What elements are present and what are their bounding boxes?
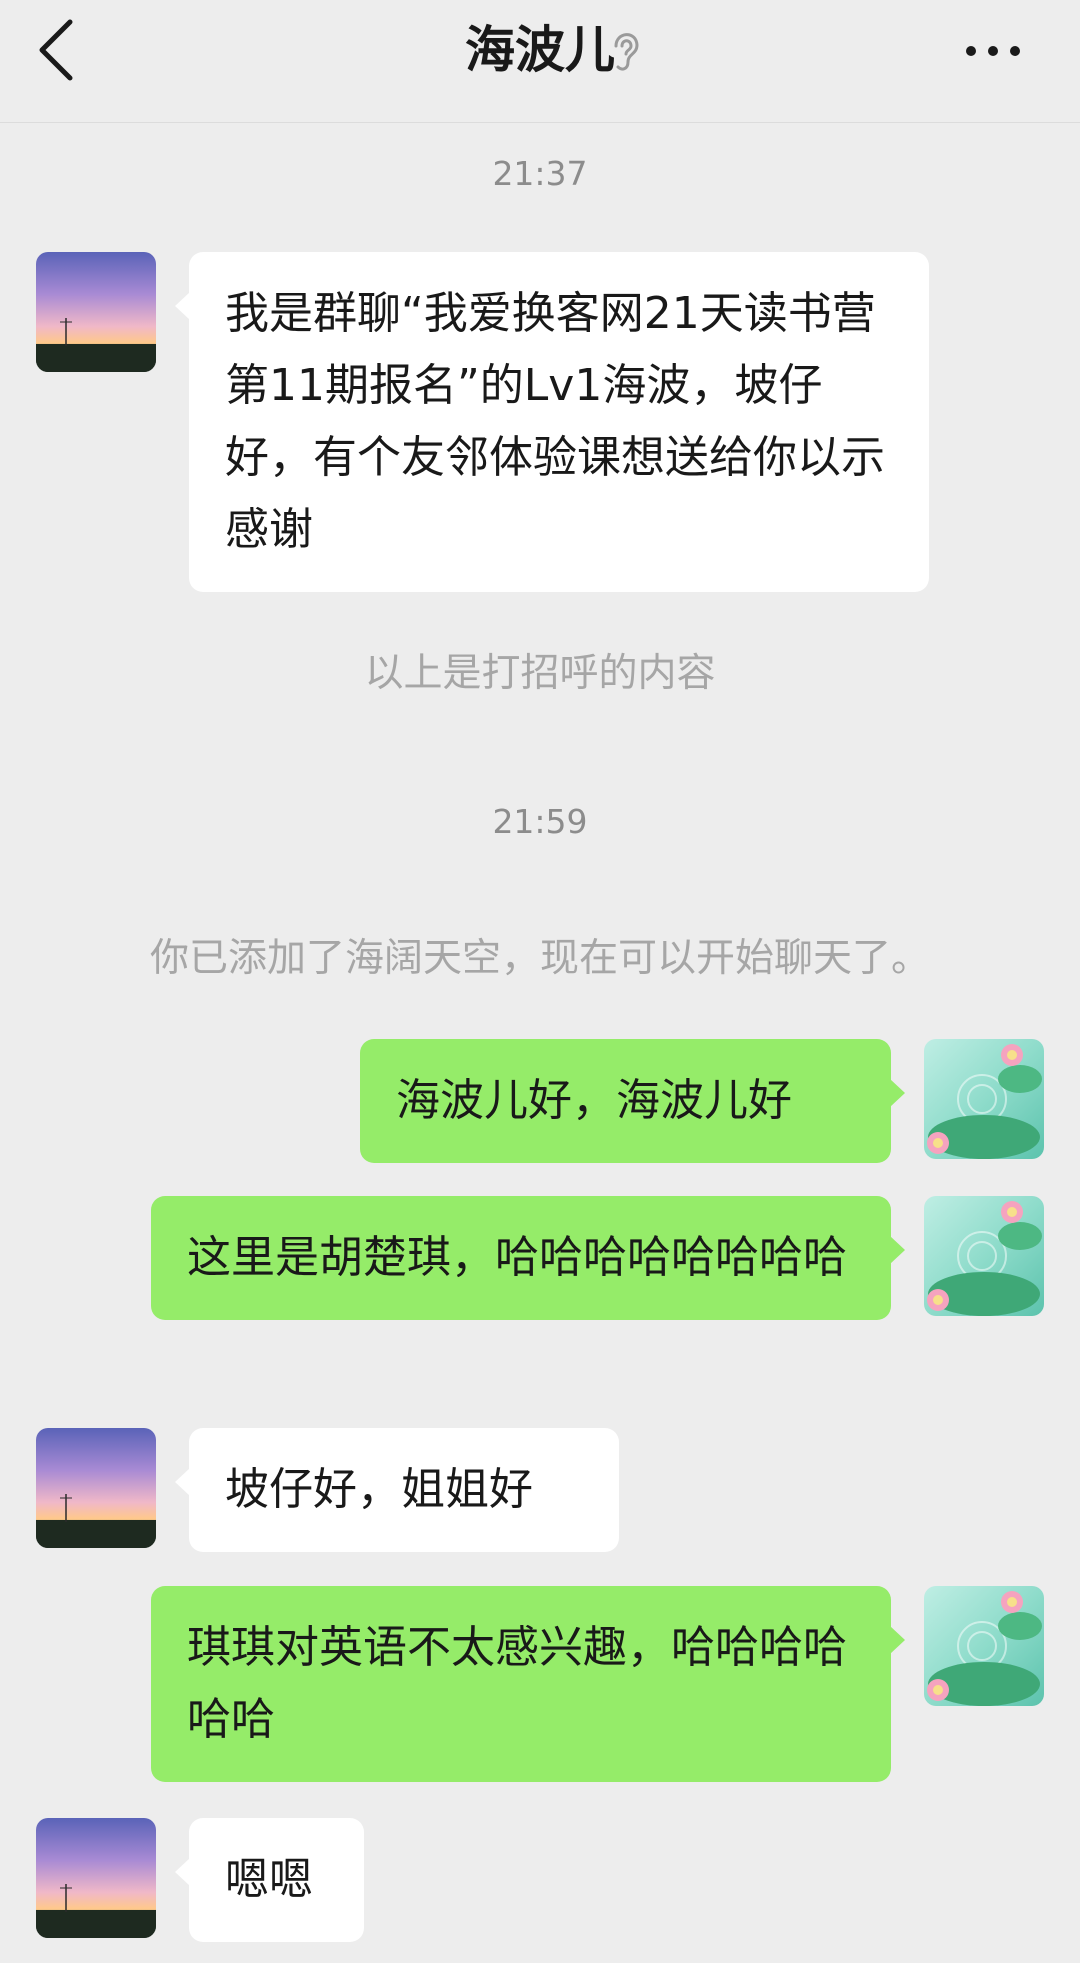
message-timestamp: 21:37 [492, 154, 588, 193]
more-options-button[interactable] [958, 30, 1028, 72]
contact-avatar[interactable] [36, 1428, 156, 1548]
outgoing-message-bubble[interactable]: 琪琪对英语不太感兴趣，哈哈哈哈哈哈 [151, 1586, 905, 1782]
chat-title: 海波儿 [465, 21, 615, 79]
ear-icon [606, 24, 646, 76]
my-avatar[interactable] [924, 1196, 1044, 1316]
chat-header: 海波儿 [0, 0, 1080, 123]
my-avatar[interactable] [924, 1586, 1044, 1706]
incoming-message-bubble[interactable]: 嗯嗯 [175, 1818, 364, 1942]
incoming-message-bubble[interactable]: 坡仔好，姐姐好 [175, 1428, 619, 1552]
contact-avatar[interactable] [36, 1818, 156, 1938]
contact-avatar[interactable] [36, 252, 156, 372]
message-timestamp: 21:59 [492, 802, 588, 841]
incoming-message-bubble[interactable]: 我是群聊“我爱换客网21天读书营 第11期报名”的Lv1海波，坡仔好，有个友邻体… [175, 252, 929, 592]
system-note: 以上是打招呼的内容 [364, 651, 716, 696]
outgoing-message-bubble[interactable]: 海波儿好，海波儿好 [360, 1039, 905, 1163]
outgoing-message-bubble[interactable]: 这里是胡楚琪，哈哈哈哈哈哈哈哈 [151, 1196, 905, 1320]
my-avatar[interactable] [924, 1039, 1044, 1159]
system-note: 你已添加了海阔天空，现在可以开始聊天了。 [149, 936, 930, 981]
more-horizontal-icon [966, 46, 1020, 56]
